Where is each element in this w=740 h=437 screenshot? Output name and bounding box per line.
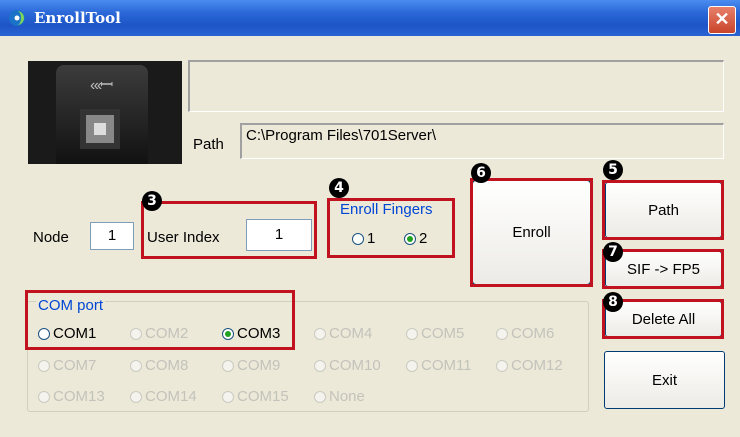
com-port-radio-com12: COM12: [496, 357, 563, 374]
com-port-radio-label: None: [329, 388, 365, 405]
callout-badge-7: 7: [603, 242, 623, 262]
radio-icon: [496, 359, 508, 372]
com-port-radio-label: COM1: [53, 325, 97, 342]
com-port-radio-label: COM14: [145, 388, 197, 405]
node-input[interactable]: 1: [90, 222, 134, 250]
radio-icon: [130, 359, 142, 372]
enroll-fingers-1-radio[interactable]: 1: [352, 230, 375, 247]
path-field: C:\Program Files\701Server\: [240, 123, 724, 159]
title-bar[interactable]: EnrollTool ✕: [0, 0, 740, 36]
com-port-radio-label: COM12: [511, 357, 563, 374]
com-port-radio-label: COM11: [421, 357, 472, 374]
com-port-radio-label: COM13: [53, 388, 105, 405]
enrolltool-window: EnrollTool ✕ «‹ꟷ Path C:\Program Files\7…: [0, 0, 740, 437]
close-icon[interactable]: ✕: [708, 6, 736, 34]
com-port-radio-label: COM10: [329, 357, 381, 374]
com-port-radio-label: COM6: [511, 325, 555, 342]
exit-button[interactable]: Exit: [604, 351, 725, 409]
radio-icon: [222, 359, 234, 372]
com-port-radio-com6: COM6: [496, 325, 554, 342]
radio-icon: [38, 390, 50, 403]
radio-icon: [352, 232, 364, 245]
enroll-fingers-2-radio[interactable]: 2: [404, 230, 427, 247]
com-port-radio-label: COM9: [237, 357, 281, 374]
com-port-radio-label: COM7: [53, 357, 97, 374]
com-port-radio-com14: COM14: [130, 388, 197, 405]
callout-badge-5: 5: [603, 160, 623, 180]
radio-icon: [314, 390, 326, 403]
com-port-radio-label: COM3: [237, 325, 281, 342]
com-port-legend: COM port: [36, 297, 106, 314]
callout-badge-3: 3: [142, 191, 162, 211]
enroll-fingers-legend: Enroll Fingers: [340, 201, 433, 218]
callout-badge-6: 6: [471, 163, 491, 183]
user-index-label: User Index: [147, 229, 220, 246]
callout-badge-8: 8: [603, 292, 623, 312]
com-port-radio-com15: COM15: [222, 388, 289, 405]
radio-icon: [130, 390, 142, 403]
com-port-radio-com9: COM9: [222, 357, 280, 374]
com-port-radio-com2: COM2: [130, 325, 188, 342]
radio-icon: [38, 327, 50, 340]
com-port-radio-com5: COM5: [406, 325, 464, 342]
com-port-radio-label: COM15: [237, 388, 289, 405]
com-port-radio-label: COM8: [145, 357, 189, 374]
callout-box-6: [470, 178, 593, 287]
user-index-input[interactable]: 1: [246, 219, 312, 251]
app-icon: [9, 10, 25, 26]
callout-box-5: [602, 180, 724, 240]
com-port-radio-com7: COM7: [38, 357, 96, 374]
radio-icon: [314, 327, 326, 340]
radio-checked-icon: [222, 327, 234, 340]
radio-icon: [314, 359, 326, 372]
com-port-radio-com10: COM10: [314, 357, 381, 374]
com-port-radio-com3[interactable]: COM3: [222, 325, 280, 342]
fingerprint-device-image: «‹ꟷ: [28, 61, 182, 164]
radio-icon: [406, 327, 418, 340]
com-port-radio-com8: COM8: [130, 357, 188, 374]
window-title: EnrollTool: [34, 9, 121, 27]
radio-icon: [130, 327, 142, 340]
com-port-radio-label: COM5: [421, 325, 465, 342]
radio-icon: [496, 327, 508, 340]
radio-checked-icon: [404, 232, 416, 245]
com-port-radio-com13: COM13: [38, 388, 105, 405]
node-label: Node: [33, 229, 69, 246]
path-label: Path: [193, 136, 224, 153]
status-box: [188, 60, 724, 112]
com-port-radio-none: None: [314, 388, 365, 405]
com-port-radio-label: COM4: [329, 325, 373, 342]
com-port-radio-com4: COM4: [314, 325, 372, 342]
callout-badge-4: 4: [329, 178, 349, 198]
radio-icon: [406, 359, 418, 372]
radio-icon: [38, 359, 50, 372]
com-port-radio-label: COM2: [145, 325, 189, 342]
com-port-radio-com1[interactable]: COM1: [38, 325, 96, 342]
radio-icon: [222, 390, 234, 403]
com-port-radio-com11: COM11: [406, 357, 472, 374]
